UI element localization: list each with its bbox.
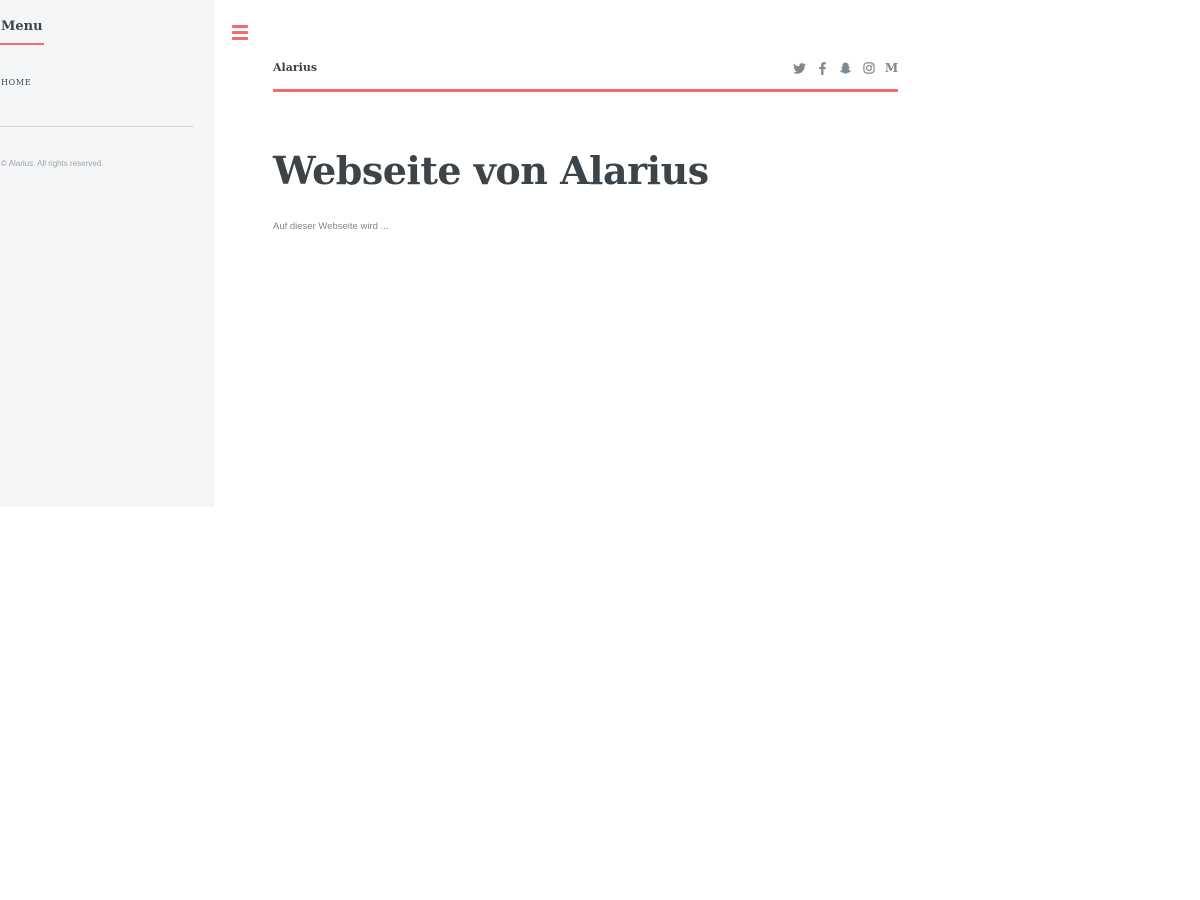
site-name-link[interactable]: Alarius [273, 61, 317, 74]
sidebar: Menu HOME © Alarius. All rights reserved… [0, 0, 214, 507]
menu-toggle-bar [232, 31, 248, 34]
medium-icon[interactable]: M [884, 60, 899, 75]
header-underline [273, 89, 898, 92]
menu-title-underline [0, 43, 44, 45]
snapchat-icon[interactable] [839, 62, 852, 75]
facebook-icon[interactable] [816, 61, 829, 75]
medium-letter: M [884, 60, 899, 75]
twitter-icon[interactable] [793, 62, 806, 75]
menu-toggle-icon[interactable] [232, 25, 248, 40]
page-title: Webseite von Alarius [273, 148, 709, 193]
page-intro-text: Auf dieser Webseite wird ... [273, 221, 389, 232]
menu-title: Menu [1, 19, 43, 34]
social-icons: M [793, 61, 898, 75]
menu-toggle-bar [232, 25, 248, 28]
site-header: Alarius M [273, 56, 898, 92]
sidebar-divider [0, 126, 194, 127]
instagram-icon[interactable] [862, 62, 875, 75]
sidebar-item-home[interactable]: HOME [1, 78, 31, 87]
menu-toggle-bar [232, 37, 248, 40]
copyright-text: © Alarius. All rights reserved. [1, 159, 104, 168]
